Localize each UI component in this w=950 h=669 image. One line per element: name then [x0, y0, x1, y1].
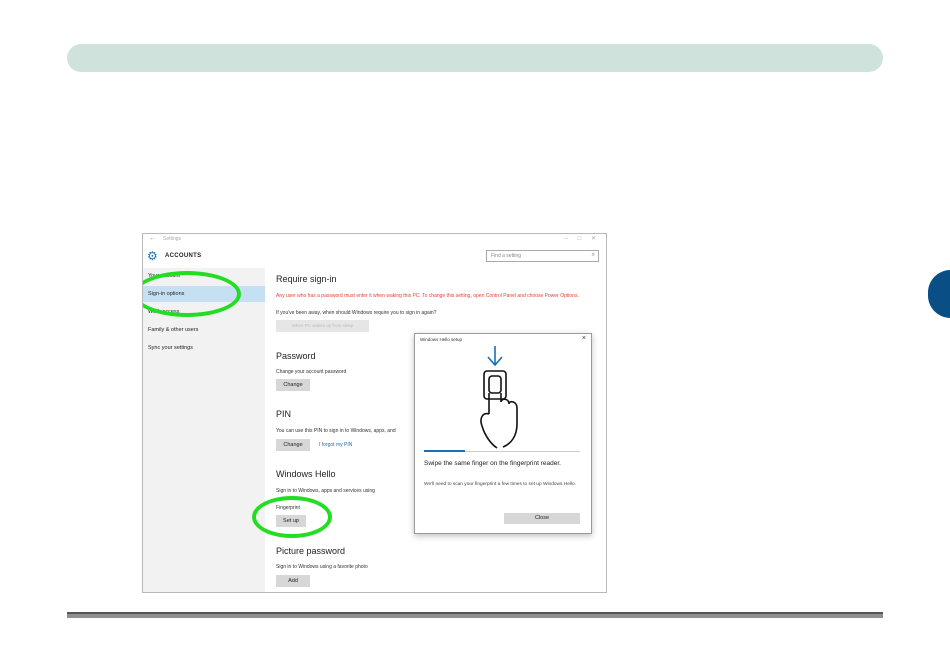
- gear-icon: ⚙: [147, 249, 158, 263]
- pin-desc: You can use this PIN to sign in to Windo…: [276, 428, 396, 434]
- require-signin-question: If you've been away, when should Windows…: [276, 310, 437, 316]
- title-bar: ← Settings – □ ✕: [143, 234, 606, 246]
- fingerprint-swipe-icon: [480, 346, 518, 449]
- forgot-pin-link[interactable]: I forgot my PIN: [319, 442, 352, 448]
- password-desc: Change your account password: [276, 369, 347, 375]
- pin-change-button[interactable]: Change: [276, 439, 310, 451]
- search-input[interactable]: Find a setting ⌕: [486, 250, 599, 262]
- pin-heading: PIN: [276, 409, 292, 419]
- picture-password-desc: Sign in to Windows using a favorite phot…: [276, 564, 368, 570]
- dialog-subtext: We'll need to scan your fingerprint a fe…: [424, 482, 576, 487]
- sidebar-item-family[interactable]: Family & other users: [143, 322, 265, 338]
- close-icon[interactable]: ×: [582, 335, 586, 342]
- page-header-bar: [67, 44, 883, 72]
- dialog-message: Swipe the same finger on the fingerprint…: [424, 460, 561, 467]
- dialog-close-button[interactable]: Close: [504, 513, 580, 524]
- footer-rule-line: [67, 612, 883, 614]
- window-title: Settings: [163, 236, 182, 242]
- scan-progress-fill: [424, 450, 465, 452]
- sidebar-item-sync[interactable]: Sync your settings: [143, 340, 265, 356]
- picture-password-heading: Picture password: [276, 546, 346, 556]
- accounts-header: ⚙ ACCOUNTS Find a setting ⌕: [143, 246, 606, 268]
- picture-password-add-button[interactable]: Add: [276, 575, 310, 587]
- dialog-title: Windows Hello setup: [420, 337, 463, 342]
- search-icon[interactable]: ⌕: [592, 252, 595, 259]
- chapter-tab: [928, 270, 950, 318]
- sidebar: Your account Sign-in options Work access…: [143, 268, 265, 592]
- windows-hello-heading: Windows Hello: [276, 469, 336, 479]
- windows-hello-desc: Sign in to Windows, apps and services us…: [276, 488, 375, 494]
- window-controls[interactable]: – □ ✕: [565, 235, 600, 242]
- search-placeholder: Find a setting: [491, 253, 522, 259]
- require-signin-warning: Any user who has a password must enter i…: [276, 293, 579, 299]
- page-title: ACCOUNTS: [165, 253, 202, 259]
- require-signin-heading: Require sign-in: [276, 274, 337, 284]
- password-heading: Password: [276, 351, 316, 361]
- scan-progress-bar: [424, 450, 580, 452]
- password-change-button[interactable]: Change: [276, 379, 310, 391]
- back-arrow-icon[interactable]: ←: [149, 235, 156, 242]
- settings-window: ← Settings – □ ✕ ⚙ ACCOUNTS Find a setti…: [142, 233, 607, 593]
- highlight-ring-fingerprint-setup: [252, 496, 332, 538]
- hello-setup-dialog: Windows Hello setup × Swipe the same fin…: [414, 333, 592, 534]
- require-signin-dropdown[interactable]: When PC wakes up from sleep: [276, 320, 369, 332]
